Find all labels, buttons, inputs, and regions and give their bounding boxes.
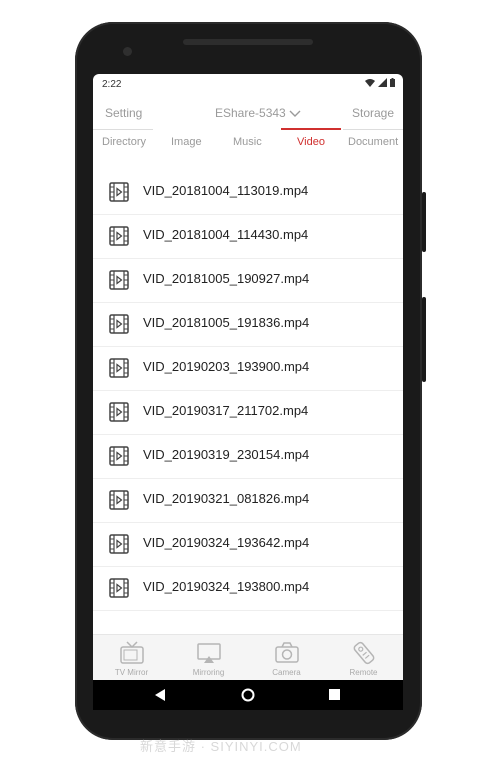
video-file-icon bbox=[109, 270, 129, 290]
status-bar: 2:22 bbox=[93, 74, 403, 96]
nav-tv-mirror-label: TV Mirror bbox=[114, 668, 149, 677]
list-item[interactable]: VID_20181005_191836.mp4 bbox=[93, 302, 403, 347]
video-file-icon bbox=[109, 490, 129, 510]
system-navigation-bar bbox=[93, 680, 403, 710]
tab-music[interactable]: Music bbox=[233, 136, 262, 148]
file-name: VID_20190203_193900.mp4 bbox=[143, 359, 310, 374]
storage-button[interactable]: Storage bbox=[352, 106, 394, 120]
tab-directory[interactable]: Directory bbox=[102, 136, 146, 148]
battery-icon bbox=[390, 78, 395, 87]
video-file-icon bbox=[109, 578, 129, 598]
home-icon[interactable] bbox=[241, 688, 255, 702]
list-item[interactable]: VID_20190317_211702.mp4 bbox=[93, 390, 403, 435]
file-name: VID_20190317_211702.mp4 bbox=[143, 403, 309, 418]
nav-camera-label: Camera bbox=[272, 668, 301, 677]
video-file-icon bbox=[109, 402, 129, 422]
tab-video-indicator bbox=[281, 128, 341, 130]
list-item[interactable]: VID_20190203_193900.mp4 bbox=[93, 346, 403, 391]
airplay-icon bbox=[197, 643, 221, 663]
video-file-icon bbox=[109, 446, 129, 466]
volume-button bbox=[422, 297, 426, 382]
video-file-icon bbox=[109, 534, 129, 554]
file-name: VID_20190324_193800.mp4 bbox=[143, 579, 310, 594]
status-time: 2:22 bbox=[102, 79, 122, 90]
list-item[interactable]: VID_20190324_193800.mp4 bbox=[93, 566, 403, 611]
power-button bbox=[422, 192, 426, 252]
tab-document[interactable]: Document bbox=[348, 136, 398, 148]
video-file-icon bbox=[109, 182, 129, 202]
file-name: VID_20190319_230154.mp4 bbox=[143, 447, 310, 462]
file-name: VID_20190321_081826.mp4 bbox=[143, 491, 310, 506]
back-icon[interactable] bbox=[155, 689, 166, 701]
remote-icon bbox=[353, 641, 375, 665]
device-selector[interactable]: EShare-5343 bbox=[215, 106, 286, 120]
file-name: VID_20181005_191836.mp4 bbox=[143, 315, 310, 330]
tab-image[interactable]: Image bbox=[171, 136, 202, 148]
list-item[interactable]: VID_20181004_113019.mp4 bbox=[93, 170, 403, 215]
recents-icon[interactable] bbox=[329, 689, 340, 700]
file-name: VID_20190324_193642.mp4 bbox=[143, 535, 310, 550]
nav-remote[interactable]: Remote bbox=[325, 635, 402, 681]
list-item[interactable]: VID_20181004_114430.mp4 bbox=[93, 214, 403, 259]
front-camera bbox=[123, 47, 132, 56]
nav-camera[interactable]: Camera bbox=[248, 635, 325, 681]
list-item[interactable]: VID_20181005_190927.mp4 bbox=[93, 258, 403, 303]
video-file-icon bbox=[109, 358, 129, 378]
camera-icon bbox=[275, 642, 299, 663]
tv-icon bbox=[120, 641, 144, 664]
tab-video[interactable]: Video bbox=[297, 136, 325, 148]
video-file-icon bbox=[109, 314, 129, 334]
list-item[interactable]: VID_20190324_193642.mp4 bbox=[93, 522, 403, 567]
setting-button[interactable]: Setting bbox=[105, 106, 142, 120]
list-item[interactable]: VID_20190319_230154.mp4 bbox=[93, 434, 403, 479]
wifi-icon bbox=[365, 79, 375, 87]
category-tabs: Directory Image Music Video Document bbox=[93, 128, 403, 154]
nav-remote-label: Remote bbox=[349, 668, 378, 677]
screen: 2:22 Setting EShare-5343 Storage Directo… bbox=[93, 74, 403, 710]
chevron-down-icon[interactable] bbox=[289, 110, 301, 118]
phone-frame: 2:22 Setting EShare-5343 Storage Directo… bbox=[75, 22, 426, 740]
file-name: VID_20181004_113019.mp4 bbox=[143, 183, 309, 198]
file-name: VID_20181005_190927.mp4 bbox=[143, 271, 310, 286]
top-bar: Setting EShare-5343 Storage bbox=[93, 96, 403, 130]
nav-tv-mirror[interactable]: TV Mirror bbox=[93, 635, 170, 681]
earpiece-speaker bbox=[183, 39, 313, 45]
watermark: 新意手游 · SIYINYI.COM bbox=[140, 739, 302, 754]
file-name: VID_20181004_114430.mp4 bbox=[143, 227, 309, 242]
nav-mirroring-label: Mirroring bbox=[192, 668, 225, 677]
list-item[interactable]: VID_20190321_081826.mp4 bbox=[93, 478, 403, 523]
bottom-navigation: TV Mirror Mirroring Camera Remote bbox=[93, 634, 403, 681]
signal-icon bbox=[378, 78, 387, 87]
video-file-icon bbox=[109, 226, 129, 246]
nav-mirroring[interactable]: Mirroring bbox=[170, 635, 247, 681]
